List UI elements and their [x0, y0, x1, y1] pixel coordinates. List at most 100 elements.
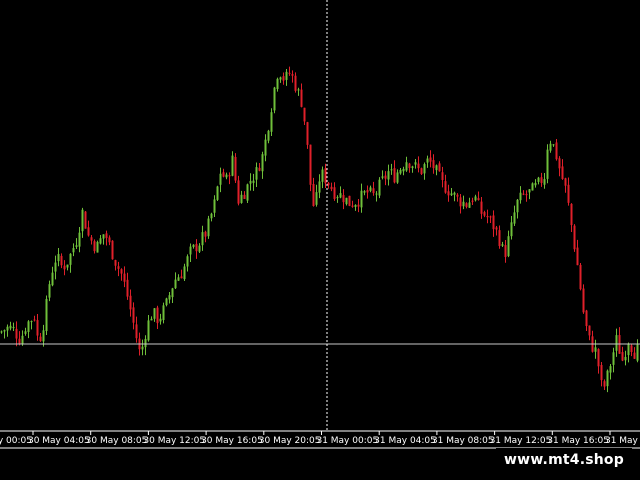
- candle-body: [411, 166, 414, 168]
- candle-body: [117, 266, 120, 269]
- candle-body: [330, 186, 333, 190]
- candle-body: [507, 236, 510, 257]
- candle-body: [0, 331, 3, 333]
- time-axis-tick-label: 31 May 12:05: [490, 436, 552, 446]
- candle-body: [207, 218, 210, 237]
- candle-body: [237, 180, 240, 204]
- candle-body: [579, 264, 582, 290]
- candle-body: [165, 298, 168, 306]
- candle-body: [348, 195, 351, 206]
- candle-body: [342, 195, 345, 203]
- candle-body: [552, 144, 555, 146]
- candle-body: [66, 264, 69, 268]
- candle-body: [381, 176, 384, 178]
- candle-body: [216, 186, 219, 200]
- candle-body: [621, 352, 624, 361]
- candle-body: [84, 211, 87, 229]
- candle-body: [582, 288, 585, 313]
- candle-body: [624, 356, 627, 361]
- candle-body: [198, 245, 201, 252]
- candle-body: [279, 77, 282, 80]
- candle-body: [114, 260, 117, 266]
- candle-body: [240, 194, 243, 203]
- watermark-text: www.mt4.shop: [504, 452, 624, 468]
- candle-body: [156, 307, 159, 324]
- candle-body: [354, 204, 357, 207]
- candle-body: [309, 144, 312, 185]
- candle-body: [513, 212, 516, 224]
- candle-body: [519, 192, 522, 201]
- candlestick-chart[interactable]: 30 May 00:0530 May 04:0530 May 08:0530 M…: [0, 0, 640, 480]
- candle-body: [426, 158, 429, 163]
- candle-body: [390, 169, 393, 171]
- candle-body: [522, 193, 525, 195]
- candle-body: [147, 320, 150, 341]
- candle-body: [468, 202, 471, 208]
- candle-body: [144, 338, 147, 348]
- candle-body: [465, 203, 468, 207]
- candle-body: [558, 158, 561, 169]
- candle-body: [252, 180, 255, 183]
- candle-body: [576, 247, 579, 266]
- candle-body: [141, 346, 144, 350]
- candle-body: [183, 266, 186, 280]
- time-axis-tick-label: 31 May 04:05: [374, 436, 436, 446]
- candle-body: [273, 87, 276, 111]
- candle-body: [174, 279, 177, 289]
- candle-body: [246, 184, 249, 201]
- candle-body: [285, 71, 288, 80]
- candle-body: [633, 352, 636, 359]
- candle-body: [54, 262, 57, 272]
- candle-body: [528, 189, 531, 193]
- candle-body: [291, 74, 294, 76]
- candles-layer: [0, 66, 639, 393]
- candle-body: [300, 89, 303, 107]
- candle-body: [372, 188, 375, 194]
- candle-body: [432, 160, 435, 169]
- candle-body: [417, 163, 420, 169]
- candle-body: [51, 272, 54, 286]
- candle-body: [384, 175, 387, 179]
- candle-body: [402, 168, 405, 172]
- candle-body: [243, 194, 246, 199]
- time-axis-tick-label: 31 May 00:05: [316, 436, 378, 446]
- candle-body: [588, 325, 591, 336]
- candle-body: [27, 321, 30, 332]
- candle-body: [282, 76, 285, 81]
- time-axis-tick-label: 30 May 20:05: [259, 436, 321, 446]
- candle-body: [99, 238, 102, 244]
- candle-body: [168, 295, 171, 300]
- candle-body: [360, 190, 363, 208]
- candle-body: [267, 130, 270, 141]
- candle-body: [501, 244, 504, 246]
- candle-body: [30, 321, 33, 323]
- candle-body: [234, 156, 237, 181]
- candle-body: [345, 197, 348, 205]
- candle-body: [525, 194, 528, 196]
- time-axis-tick-label: 30 May 08:05: [86, 436, 148, 446]
- candle-body: [438, 163, 441, 172]
- candle-body: [450, 193, 453, 196]
- candle-body: [321, 169, 324, 182]
- candle-body: [159, 318, 162, 322]
- candle-body: [228, 175, 231, 177]
- time-axis-tick-label: 30 May 04:05: [28, 436, 90, 446]
- candle-body: [441, 172, 444, 180]
- time-axis-tick-label: 31 May 08:05: [432, 436, 494, 446]
- candle-body: [630, 345, 633, 353]
- candle-body: [81, 209, 84, 232]
- candle-body: [615, 335, 618, 351]
- candle-body: [471, 200, 474, 202]
- candle-body: [423, 164, 426, 174]
- candle-body: [387, 171, 390, 180]
- candle-body: [375, 193, 378, 195]
- candle-body: [78, 232, 81, 247]
- candle-body: [276, 78, 279, 90]
- candle-body: [498, 230, 501, 246]
- candle-body: [336, 197, 339, 199]
- candle-body: [219, 173, 222, 185]
- candle-body: [120, 269, 123, 274]
- chart-area[interactable]: 30 May 00:0530 May 04:0530 May 08:0530 M…: [0, 0, 640, 480]
- candle-body: [123, 273, 126, 282]
- time-axis-tick-label: 30 May 12:05: [143, 436, 205, 446]
